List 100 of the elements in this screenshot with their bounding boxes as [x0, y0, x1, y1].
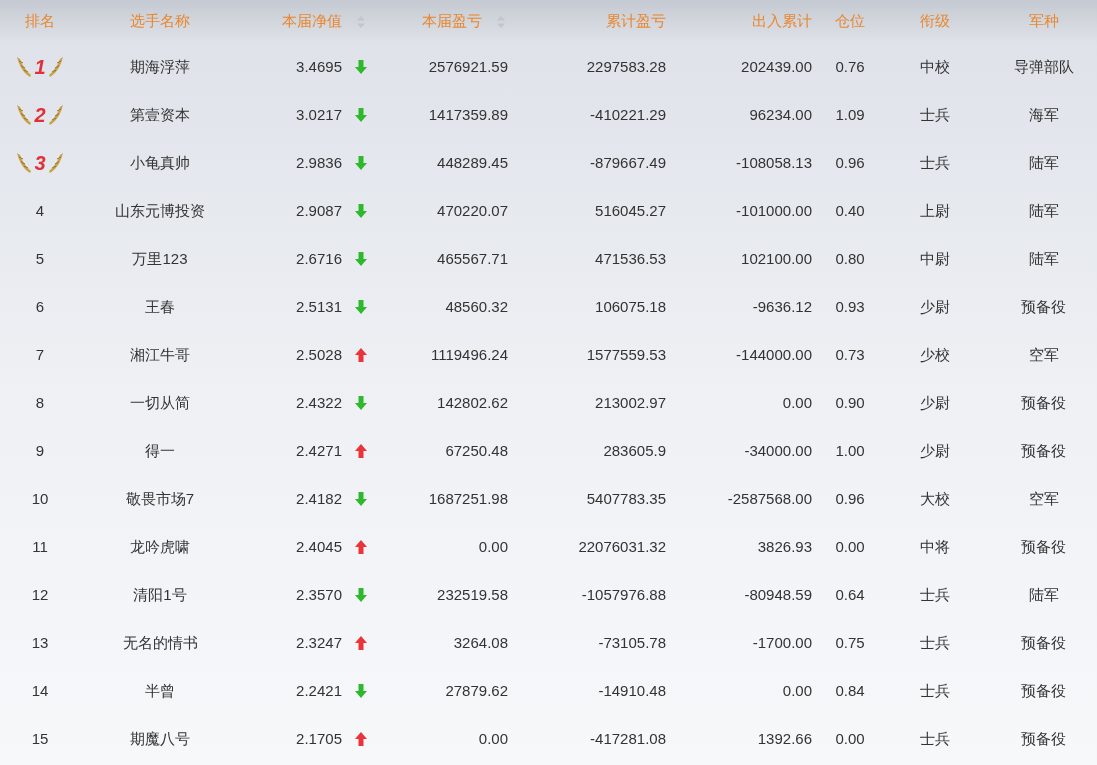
table-cell-text: 士兵	[920, 680, 950, 701]
left-wing-icon	[16, 103, 33, 127]
table-cell-text: 预备役	[1021, 296, 1066, 317]
table-cell-text: 102100.00	[741, 248, 812, 269]
net-value: 2.4322	[296, 392, 342, 413]
table-cell-text: 陆军	[1028, 152, 1059, 173]
table-cell-text: 283605.9	[603, 440, 666, 461]
table-cell-text: -73105.78	[598, 632, 666, 653]
table-cell-text: 空军	[1028, 344, 1059, 365]
table-cell-text: 士兵	[920, 728, 950, 749]
table-cell-text: 0.76	[835, 56, 865, 77]
table-cell-text: 预备役	[1021, 536, 1066, 557]
net-value: 3.0217	[296, 104, 342, 125]
table-cell-text: 少尉	[920, 440, 950, 461]
table-cell-text: -417281.08	[590, 728, 666, 749]
player-name: 期海浮萍	[130, 56, 190, 77]
table-cell-text: 陆军	[1028, 248, 1059, 269]
player-name: 一切从简	[130, 392, 190, 413]
table-cell-text: 470220.07	[437, 200, 508, 221]
table-cell-text: -108058.13	[736, 152, 812, 173]
table-cell-text: 预备役	[1021, 680, 1066, 701]
player-name: 半曾	[145, 680, 175, 701]
table-cell-text: 上尉	[920, 200, 950, 221]
table-cell-text: 1392.66	[757, 728, 812, 749]
left-wing-icon	[16, 151, 33, 175]
table-cell-text: 3826.93	[757, 536, 812, 557]
column-header: 出入累计	[752, 11, 812, 32]
player-name: 清阳1号	[133, 584, 187, 605]
table-cell-text: 0.90	[835, 392, 865, 413]
table-cell-text: 导弹部队	[1013, 56, 1074, 77]
table-cell-text: 1119496.24	[430, 344, 508, 365]
column-header: 仓位	[835, 11, 865, 32]
table-cell-text: 少校	[920, 344, 950, 365]
net-value: 2.5028	[296, 344, 342, 365]
rank-number: 4	[35, 200, 45, 221]
column-header: 衔级	[920, 11, 950, 32]
table-cell-text: 142802.62	[437, 392, 508, 413]
player-name: 得一	[145, 440, 175, 461]
player-name: 山东元博投资	[115, 200, 205, 221]
table-cell-text: 471536.53	[595, 248, 666, 269]
column-header: 累计盈亏	[606, 11, 666, 32]
table-cell-text: 0.73	[835, 344, 865, 365]
rank-number: 10	[31, 488, 49, 509]
column-header: 排名	[25, 11, 55, 32]
rank-number: 12	[31, 584, 49, 605]
table-cell-text: 1.09	[835, 104, 865, 125]
table-cell-text: -2587568.00	[727, 488, 812, 509]
table-cell-text: 空军	[1028, 488, 1059, 509]
table-cell-text: 预备役	[1021, 392, 1066, 413]
net-value: 2.5131	[296, 296, 342, 317]
player-name: 万里123	[132, 248, 188, 269]
table-cell-text: 67250.48	[445, 440, 508, 461]
rank-number: 1	[34, 55, 46, 80]
column-header[interactable]: 本届盈亏	[422, 10, 482, 33]
table-cell-text: 0.84	[835, 680, 865, 701]
table-cell-text: 士兵	[920, 632, 950, 653]
table-cell-text: 106075.18	[595, 296, 666, 317]
table-cell-text: 0.00	[478, 728, 508, 749]
table-cell-text: -1700.00	[752, 632, 812, 653]
column-header[interactable]: 本届净值	[282, 10, 342, 33]
table-cell-text: -410221.29	[590, 104, 666, 125]
rank-number: 13	[31, 632, 49, 653]
table-cell-text: 465567.71	[437, 248, 508, 269]
net-value: 2.1705	[296, 728, 342, 749]
table-cell-text: 预备役	[1021, 728, 1066, 749]
table-cell-text: -80948.59	[744, 584, 812, 605]
table-cell-text: 5407783.35	[586, 488, 666, 509]
net-value: 2.9087	[296, 200, 342, 221]
table-cell-text: -34000.00	[744, 440, 812, 461]
table-cell-text: 0.96	[835, 488, 865, 509]
table-cell-text: 陆军	[1028, 584, 1059, 605]
player-name: 无名的情书	[122, 632, 198, 653]
table-cell-text: 213002.97	[595, 392, 666, 413]
player-name: 第壹资本	[130, 104, 190, 125]
table-cell-text: 0.64	[835, 584, 865, 605]
rank-number: 5	[35, 248, 45, 269]
table-cell-text: 0.00	[835, 728, 865, 749]
net-value: 2.3570	[296, 584, 342, 605]
table-cell-text: 预备役	[1021, 440, 1066, 461]
table-cell-text: 少尉	[920, 296, 950, 317]
rank-number: 9	[35, 440, 45, 461]
table-cell-text: 232519.58	[437, 584, 508, 605]
table-cell-text: 0.93	[835, 296, 865, 317]
player-name: 王春	[145, 296, 175, 317]
table-cell-text: 0.80	[835, 248, 865, 269]
table-cell-text: 48560.32	[445, 296, 508, 317]
table-cell-text: 96234.00	[749, 104, 812, 125]
table-cell-text: 士兵	[920, 584, 950, 605]
right-wing-icon	[47, 151, 64, 175]
table-cell-text: 中将	[920, 536, 950, 557]
rank-number: 6	[35, 296, 45, 317]
table-cell-text: 士兵	[920, 152, 950, 173]
player-name: 龙吟虎啸	[130, 536, 190, 557]
table-cell-text: 0.00	[835, 536, 865, 557]
table-cell-text: 陆军	[1028, 200, 1059, 221]
net-value: 2.4045	[296, 536, 342, 557]
table-cell-text: 0.40	[835, 200, 865, 221]
net-value: 2.4182	[296, 488, 342, 509]
table-cell-text: 预备役	[1021, 632, 1066, 653]
column-header: 军种	[1028, 11, 1059, 32]
